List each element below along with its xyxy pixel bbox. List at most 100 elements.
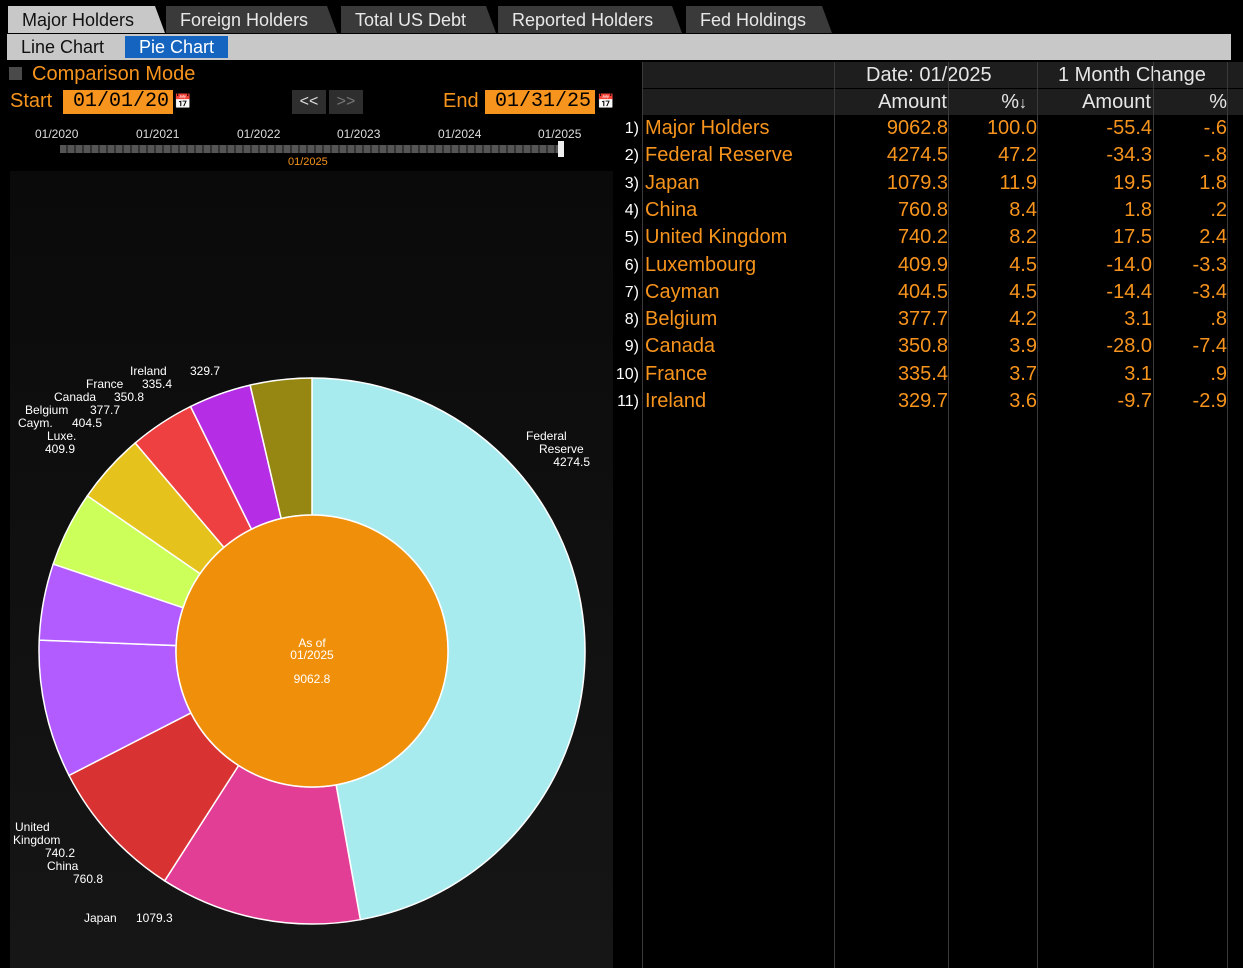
change-amount-cell: 17.5: [1113, 226, 1152, 249]
slice-label-france: France: [86, 377, 124, 391]
start-calendar-icon[interactable]: 📅: [174, 91, 191, 111]
change-pct-cell: -7.4: [1192, 335, 1227, 358]
pct-cell: 3.6: [1009, 390, 1037, 412]
column-header-change-amount[interactable]: Amount: [1055, 89, 1151, 115]
row-index: 4): [624, 201, 639, 219]
slice-value-federal-reserve: 4274.5: [553, 455, 590, 469]
holder-name: France: [645, 362, 708, 385]
table-row[interactable]: 10) France 335.4 3.7 3.1 .9: [615, 361, 1243, 388]
slice-label-japan: Japan: [84, 911, 117, 925]
table-row[interactable]: 2) Federal Reserve 4274.5 47.2 -34.3 -.8: [615, 142, 1243, 169]
pct-cell: 4.5: [1009, 280, 1037, 303]
pct-cell: 100.0: [986, 117, 1037, 139]
column-header-amount[interactable]: Amount: [855, 89, 947, 115]
holder-name: Japan: [645, 171, 700, 194]
change-pct-cell: 1.8: [1199, 171, 1227, 194]
slice-label-ireland: Ireland: [130, 364, 167, 378]
center-label-date: 01/2025: [290, 648, 334, 662]
holder-name: Cayman: [645, 280, 720, 303]
timeline-tick: 01/2020: [35, 127, 79, 141]
slice-label-belgium: Belgium: [25, 403, 68, 417]
table-row[interactable]: 8) Belgium 377.7 4.2 3.1 .8: [615, 306, 1243, 333]
slice-value-united-kingdom: 740.2: [45, 846, 75, 860]
holder-name: United Kingdom: [645, 226, 788, 249]
slice-label-canada: Canada: [54, 390, 96, 404]
line-chart-button[interactable]: Line Chart: [7, 36, 118, 58]
timeline-tick: 01/2023: [337, 127, 381, 141]
amount-cell: 740.2: [897, 226, 948, 249]
holder-name: Luxembourg: [645, 253, 757, 276]
amount-cell: 335.4: [897, 362, 948, 385]
end-date-input[interactable]: 01/31/25: [485, 90, 595, 114]
column-header-change-pct[interactable]: %: [1175, 89, 1227, 115]
pct-cell: 8.2: [1009, 226, 1037, 249]
change-amount-cell: -34.3: [1106, 144, 1152, 167]
pct-cell: 47.2: [998, 144, 1037, 167]
slice-value-luxembourg: 409.9: [45, 442, 75, 456]
change-pct-cell: -2.9: [1192, 390, 1227, 412]
change-amount-cell: 3.1: [1124, 362, 1152, 385]
prev-period-button[interactable]: <<: [292, 90, 326, 114]
amount-cell: 377.7: [897, 308, 948, 331]
amount-cell: 760.8: [897, 198, 948, 221]
tab-major-holders[interactable]: Major Holders: [8, 6, 165, 33]
slice-label-united-kingdom: United: [15, 820, 50, 834]
column-header-pct[interactable]: %↓: [995, 89, 1027, 117]
pie-chart: As of01/20259062.8FederalReserve4274.5Ja…: [13, 364, 590, 925]
change-amount-cell: -14.0: [1106, 253, 1152, 276]
slice-value-ireland: 329.7: [190, 364, 220, 378]
table-row[interactable]: 6) Luxembourg 409.9 4.5 -14.0 -3.3: [615, 252, 1243, 279]
pct-cell: 8.4: [1009, 198, 1037, 221]
table-row[interactable]: 9) Canada 350.8 3.9 -28.0 -7.4: [615, 333, 1243, 360]
slice-label-federal-reserve: Reserve: [539, 442, 584, 456]
holder-name: China: [645, 198, 698, 221]
holder-name: Ireland: [645, 390, 707, 412]
slice-label-united-kingdom: Kingdom: [13, 833, 60, 847]
table-row[interactable]: 11) Ireland 329.7 3.6 -9.7 -2.9: [615, 388, 1243, 415]
tab-reported-holders[interactable]: Reported Holders: [498, 6, 682, 33]
end-label: End: [443, 90, 479, 112]
change-pct-cell: -3.4: [1192, 280, 1227, 303]
change-amount-cell: 19.5: [1113, 171, 1152, 194]
amount-cell: 350.8: [897, 335, 948, 358]
view-toggle-bar: Line Chart Pie Chart: [7, 34, 1231, 60]
start-label: Start: [10, 90, 53, 112]
slice-label-luxembourg: Luxe.: [47, 429, 76, 443]
slice-value-japan: 1079.3: [136, 911, 173, 925]
change-pct-cell: 2.4: [1199, 226, 1227, 249]
change-amount-cell: -9.7: [1117, 390, 1152, 412]
table-row[interactable]: 4) China 760.8 8.4 1.8 .2: [615, 197, 1243, 224]
amount-cell: 9062.8: [886, 117, 948, 139]
pct-cell: 3.7: [1009, 362, 1037, 385]
tab-foreign-holders[interactable]: Foreign Holders: [166, 6, 337, 33]
tab-fed-holdings[interactable]: Fed Holdings: [686, 6, 832, 33]
change-amount-cell: -55.4: [1106, 117, 1152, 139]
change-pct-cell: -.8: [1203, 144, 1227, 167]
change-amount-cell: 3.1: [1124, 308, 1152, 331]
holders-table: Date: 01/2025 1 Month Change Amount %↓ A…: [615, 62, 1243, 968]
end-calendar-icon[interactable]: 📅: [597, 91, 614, 111]
row-index: 5): [624, 229, 639, 247]
table-row[interactable]: 5) United Kingdom 740.2 8.2 17.5 2.4: [615, 224, 1243, 251]
table-row[interactable]: 3) Japan 1079.3 11.9 19.5 1.8: [615, 170, 1243, 197]
table-row[interactable]: 7) Cayman 404.5 4.5 -14.4 -3.4: [615, 279, 1243, 306]
holder-name: Major Holders: [645, 117, 770, 139]
comparison-mode-label: Comparison Mode: [32, 63, 196, 85]
slice-value-belgium: 377.7: [90, 403, 120, 417]
pie-chart-button[interactable]: Pie Chart: [125, 36, 229, 58]
timeline-slider[interactable]: [60, 145, 562, 153]
row-index: 2): [624, 147, 639, 165]
next-period-button[interactable]: >>: [329, 90, 363, 114]
timeline-tick: 01/2022: [237, 127, 281, 141]
tab-total-us-debt[interactable]: Total US Debt: [341, 6, 496, 33]
change-amount-cell: 1.8: [1124, 198, 1152, 221]
change-pct-cell: -3.3: [1192, 253, 1227, 276]
timeline-slider-handle[interactable]: [558, 141, 564, 157]
comparison-mode-checkbox[interactable]: [9, 67, 22, 80]
slice-value-cayman: 404.5: [72, 416, 102, 430]
start-date-input[interactable]: 01/01/20: [63, 90, 173, 114]
holder-name: Federal Reserve: [645, 144, 793, 167]
pct-cell: 4.5: [1009, 253, 1037, 276]
row-index: 11): [617, 393, 639, 410]
table-row[interactable]: 1) Major Holders 9062.8 100.0 -55.4 -.6: [615, 115, 1243, 142]
